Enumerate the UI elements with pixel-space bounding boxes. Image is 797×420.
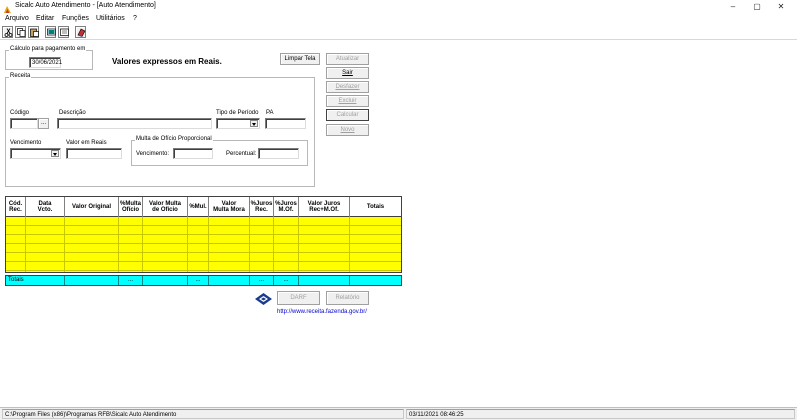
status-bar: C:\Program Files (x86)\Programas RFB\Sic… (0, 407, 797, 420)
form-icon (60, 28, 69, 36)
pa-input[interactable] (265, 118, 306, 129)
col-valor-juros: Valor Juros Rec+M.Of. (299, 197, 350, 217)
receita-logo-icon (255, 292, 272, 305)
atualizar-button[interactable]: Atualizar (326, 53, 369, 65)
paste-button[interactable] (28, 26, 39, 38)
calcular-button[interactable]: Calcular (326, 109, 369, 121)
sair-label: Sair (342, 70, 353, 76)
minimize-button[interactable]: – (722, 1, 744, 12)
receita-link[interactable]: http://www.receita.fazenda.gov.br/ (277, 309, 367, 315)
payment-date-input[interactable]: 30/06/2021 (29, 57, 62, 68)
codigo-input[interactable] (10, 118, 38, 129)
codigo-label: Código (10, 110, 30, 116)
codigo-lookup-button[interactable]: ... (38, 118, 49, 129)
valor-reais-label: Valor em Reais (66, 140, 107, 146)
table-row[interactable] (6, 262, 401, 271)
screen-button[interactable] (45, 26, 56, 38)
descricao-input[interactable] (57, 118, 212, 129)
form-button[interactable] (58, 26, 69, 38)
multa-oficio-group-label: Multa de Ofício Proporcional (135, 136, 213, 142)
col-multa-oficio-pct: %Multa Ofício (119, 197, 143, 217)
totals-label: Totais (6, 276, 65, 285)
col-cod-rec: Cód. Rec. (6, 197, 26, 217)
table-row[interactable] (6, 217, 401, 226)
screen-icon (47, 28, 56, 36)
copy-icon (17, 28, 26, 37)
relatorio-button[interactable]: Relatório (326, 291, 369, 305)
payment-date-group-label: Cálculo para pagamento em (9, 46, 87, 52)
receita-group-label: Receita (9, 73, 32, 79)
novo-label: Novo (340, 127, 355, 133)
book-icon (77, 28, 86, 37)
chevron-down-icon[interactable] (250, 120, 258, 127)
totals-mul-pct: ... (188, 276, 209, 285)
excluir-button[interactable]: Excluir (326, 95, 369, 107)
close-button[interactable]: ✕ (770, 1, 792, 12)
menu-editar[interactable]: Editar (36, 15, 54, 22)
desfazer-button[interactable]: Desfazer (326, 81, 369, 93)
col-juros-rec-pct: %Juros Rec. (250, 197, 274, 217)
percentual-label: Percentual: (226, 151, 257, 157)
status-datetime: 03/11/2021 08:46:25 (406, 409, 795, 419)
chevron-down-icon[interactable] (51, 150, 59, 157)
copy-button[interactable] (15, 26, 26, 38)
status-path: C:\Program Files (x86)\Programas RFB\Sic… (2, 409, 404, 419)
percentual-input[interactable] (258, 148, 299, 159)
menu-help[interactable]: ? (133, 15, 137, 22)
multa-vencimento-input[interactable] (173, 148, 213, 159)
app-icon (3, 2, 12, 15)
window-title: Sicalc Auto Atendimento - [Auto Atendime… (15, 2, 156, 9)
table-row[interactable] (6, 235, 401, 244)
table-row[interactable] (6, 253, 401, 262)
col-totais: Totais (366, 204, 385, 210)
vencimento-label: Vencimento (10, 140, 42, 146)
col-valor-multa-mora: Valor Multa Mora (209, 197, 250, 217)
pa-label: PA (266, 110, 274, 116)
help-book-button[interactable] (75, 26, 86, 38)
sair-button[interactable]: Sair (326, 67, 369, 79)
col-valor-multa-oficio: Valor Multa de Ofício (143, 197, 188, 217)
menu-utilitarios[interactable]: Utilitários (96, 15, 125, 22)
receita-group (5, 77, 315, 187)
restore-button[interactable]: ▢ (746, 1, 768, 12)
darf-button[interactable]: DARF (277, 291, 320, 305)
totals-multa-oficio-pct: ... (119, 276, 143, 285)
toolbar (0, 25, 797, 40)
desfazer-label: Desfazer (335, 84, 360, 90)
tipo-periodo-select[interactable] (216, 118, 260, 129)
calculation-grid[interactable]: Cód. Rec. Data Vcto. Valor Original %Mul… (5, 196, 402, 273)
col-data-vcto: Data Vcto. (26, 197, 65, 217)
col-mul-pct: %Mul. (188, 197, 209, 217)
menu-arquivo[interactable]: Arquivo (5, 15, 29, 22)
totals-juros-rec-pct: ... (250, 276, 274, 285)
col-juros-mof-pct: %Juros M.Of. (274, 197, 299, 217)
excluir-label: Excluir (338, 98, 357, 104)
currency-note: Valores expressos em Reais. (112, 57, 222, 66)
totals-row: Totais ... ... ... ... (5, 275, 402, 286)
col-valor-original: Valor Original (65, 197, 119, 217)
totals-juros-mof-pct: ... (274, 276, 299, 285)
menu-funcoes[interactable]: Funções (62, 15, 89, 22)
scissors-icon (4, 28, 13, 37)
valor-reais-input[interactable] (66, 148, 122, 159)
table-row[interactable] (6, 244, 401, 253)
descricao-label: Descrição (59, 110, 86, 116)
limpar-tela-button[interactable]: Limpar Tela (280, 53, 320, 65)
table-row[interactable] (6, 226, 401, 235)
cut-button[interactable] (2, 26, 13, 38)
tipo-periodo-label: Tipo de Período (216, 110, 259, 116)
multa-vencimento-label: Vencimento: (136, 151, 170, 157)
grid-header: Cód. Rec. Data Vcto. Valor Original %Mul… (6, 197, 401, 217)
novo-button[interactable]: Novo (326, 124, 369, 136)
title-bar: Sicalc Auto Atendimento - [Auto Atendime… (0, 0, 797, 15)
vencimento-select[interactable] (10, 148, 61, 159)
paste-icon (30, 28, 39, 37)
menu-bar: Arquivo Editar Funções Utilitários ? (0, 13, 797, 25)
